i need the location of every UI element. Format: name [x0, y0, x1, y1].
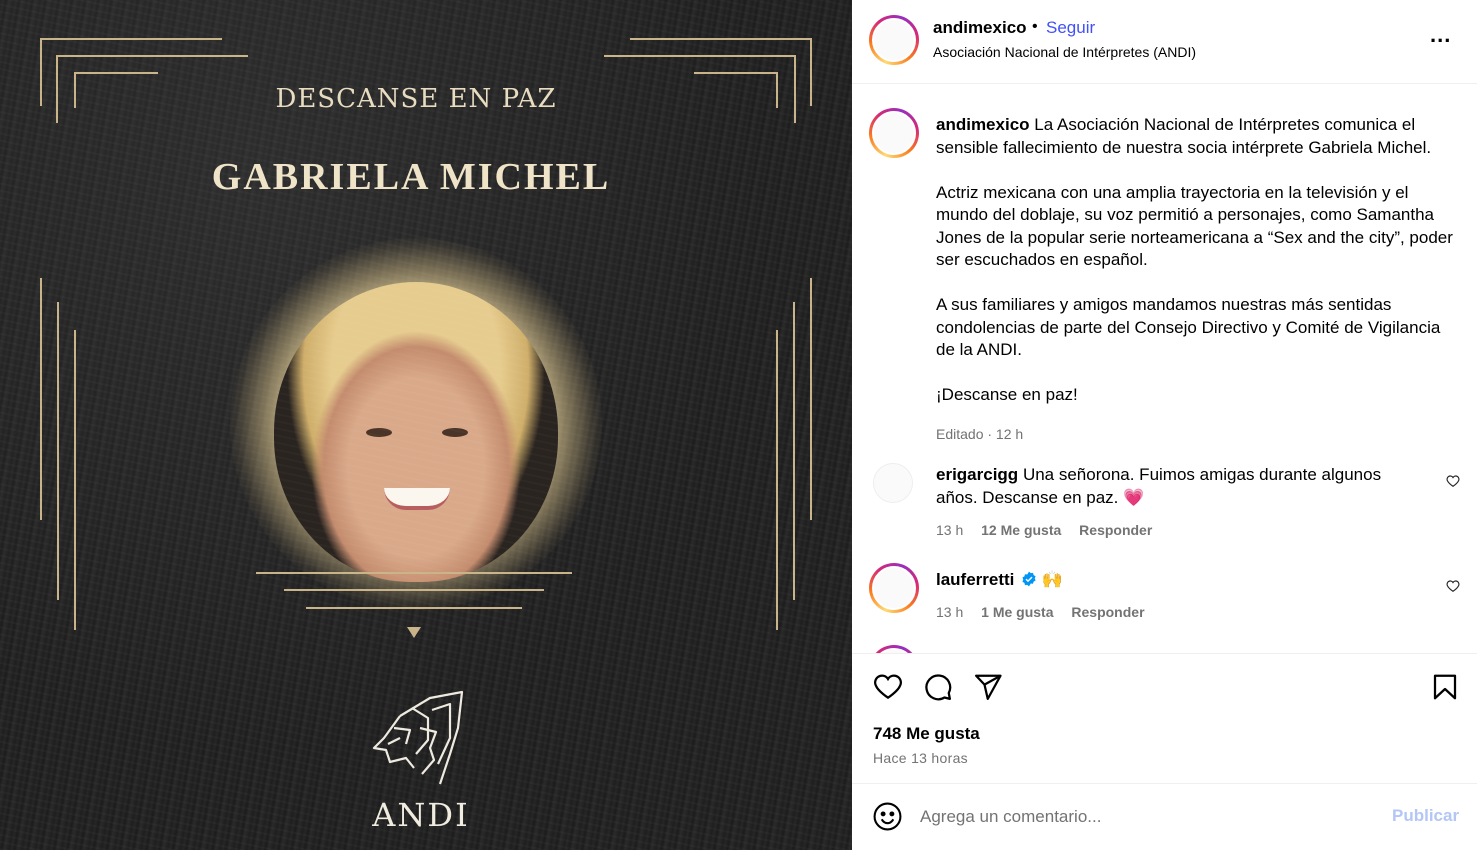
post-time[interactable]: Hace 13 horas	[873, 750, 968, 766]
comment-icon[interactable]	[923, 672, 953, 702]
frame-line	[810, 278, 812, 520]
comments-list[interactable]: andimexico La Asociación Nacional de Int…	[852, 85, 1477, 653]
frame-line	[776, 330, 778, 630]
andi-logo	[372, 690, 464, 785]
frame-line	[793, 302, 795, 600]
post-header: andimexico • Seguir Asociación Nacional …	[852, 0, 1477, 84]
verified-icon	[1022, 571, 1036, 587]
publish-button[interactable]: Publicar	[1392, 806, 1459, 826]
commenter-avatar[interactable]	[869, 645, 919, 653]
reply-button[interactable]: Responder	[1079, 522, 1152, 538]
likes-count[interactable]: 748 Me gusta	[873, 724, 980, 744]
comment-username[interactable]: erigarcigg	[936, 465, 1018, 484]
author-subtitle[interactable]: Asociación Nacional de Intérpretes (ANDI…	[933, 44, 1196, 60]
comment-item: erigarcigg Una señorona. Fuimos amigas d…	[936, 463, 1406, 542]
comment-like-heart-icon[interactable]	[1446, 579, 1460, 593]
andi-logo-text: ANDI	[372, 796, 470, 834]
reply-button[interactable]: Responder	[1071, 604, 1144, 620]
comment-text: 🙌	[1041, 570, 1064, 589]
divider-line	[256, 572, 572, 574]
deceased-name: GABRIELA MICHEL	[211, 156, 611, 198]
comment-item: lauferretti 🙌 13 h 1 Me gusta Responder	[936, 568, 1406, 624]
comment-time: 13 h	[936, 604, 964, 620]
heart-icon[interactable]	[873, 672, 903, 702]
author-avatar[interactable]	[869, 15, 919, 65]
arrow-down-icon	[407, 627, 421, 638]
caption-username[interactable]: andimexico	[936, 115, 1030, 134]
share-icon[interactable]	[973, 672, 1003, 702]
comment-like-heart-icon[interactable]	[1446, 474, 1460, 488]
rip-heading: DESCANSE EN PAZ	[275, 84, 557, 114]
frame-line	[604, 55, 796, 57]
caption-paragraph: A sus familiares y amigos mandamos nuest…	[936, 295, 1441, 359]
caption-meta: Editado · 12 h	[936, 426, 1024, 442]
frame-line	[56, 55, 248, 57]
post-image[interactable]: DESCANSE EN PAZ GABRIELA MICHEL ANDI	[0, 0, 852, 850]
comment-input[interactable]	[920, 804, 1370, 830]
divider-line	[284, 589, 544, 591]
frame-line	[40, 38, 222, 40]
comment-time: 13 h	[936, 522, 964, 538]
divider-line	[306, 607, 522, 609]
frame-line	[40, 278, 42, 520]
commenter-avatar[interactable]	[869, 563, 919, 613]
frame-line	[74, 330, 76, 630]
post-actions: 748 Me gusta Hace 13 horas	[852, 653, 1477, 783]
post-caption: andimexico La Asociación Nacional de Int…	[936, 114, 1461, 446]
comment-likes[interactable]: 12 Me gusta	[981, 522, 1061, 538]
bookmark-icon[interactable]	[1430, 672, 1460, 702]
caption-paragraph: ¡Descanse en paz!	[936, 385, 1078, 404]
frame-line	[74, 72, 158, 74]
frame-line	[57, 302, 59, 600]
add-comment-bar: Publicar	[852, 783, 1477, 850]
comment-likes[interactable]: 1 Me gusta	[981, 604, 1053, 620]
author-username[interactable]: andimexico	[933, 18, 1027, 38]
portrait-photo	[274, 282, 558, 582]
frame-line	[694, 72, 778, 74]
comment-username[interactable]: lauferretti	[936, 570, 1014, 589]
commenter-avatar[interactable]	[873, 463, 913, 503]
emoji-icon[interactable]	[872, 801, 903, 832]
separator-dot: •	[1032, 18, 1038, 35]
post-side-panel: andimexico • Seguir Asociación Nacional …	[852, 0, 1477, 850]
caption-paragraph: Actriz mexicana con una amplia trayector…	[936, 182, 1453, 270]
more-options-icon[interactable]: ...	[1430, 22, 1451, 48]
caption-author-avatar[interactable]	[869, 108, 919, 158]
follow-button[interactable]: Seguir	[1046, 18, 1095, 38]
frame-line	[630, 38, 812, 40]
